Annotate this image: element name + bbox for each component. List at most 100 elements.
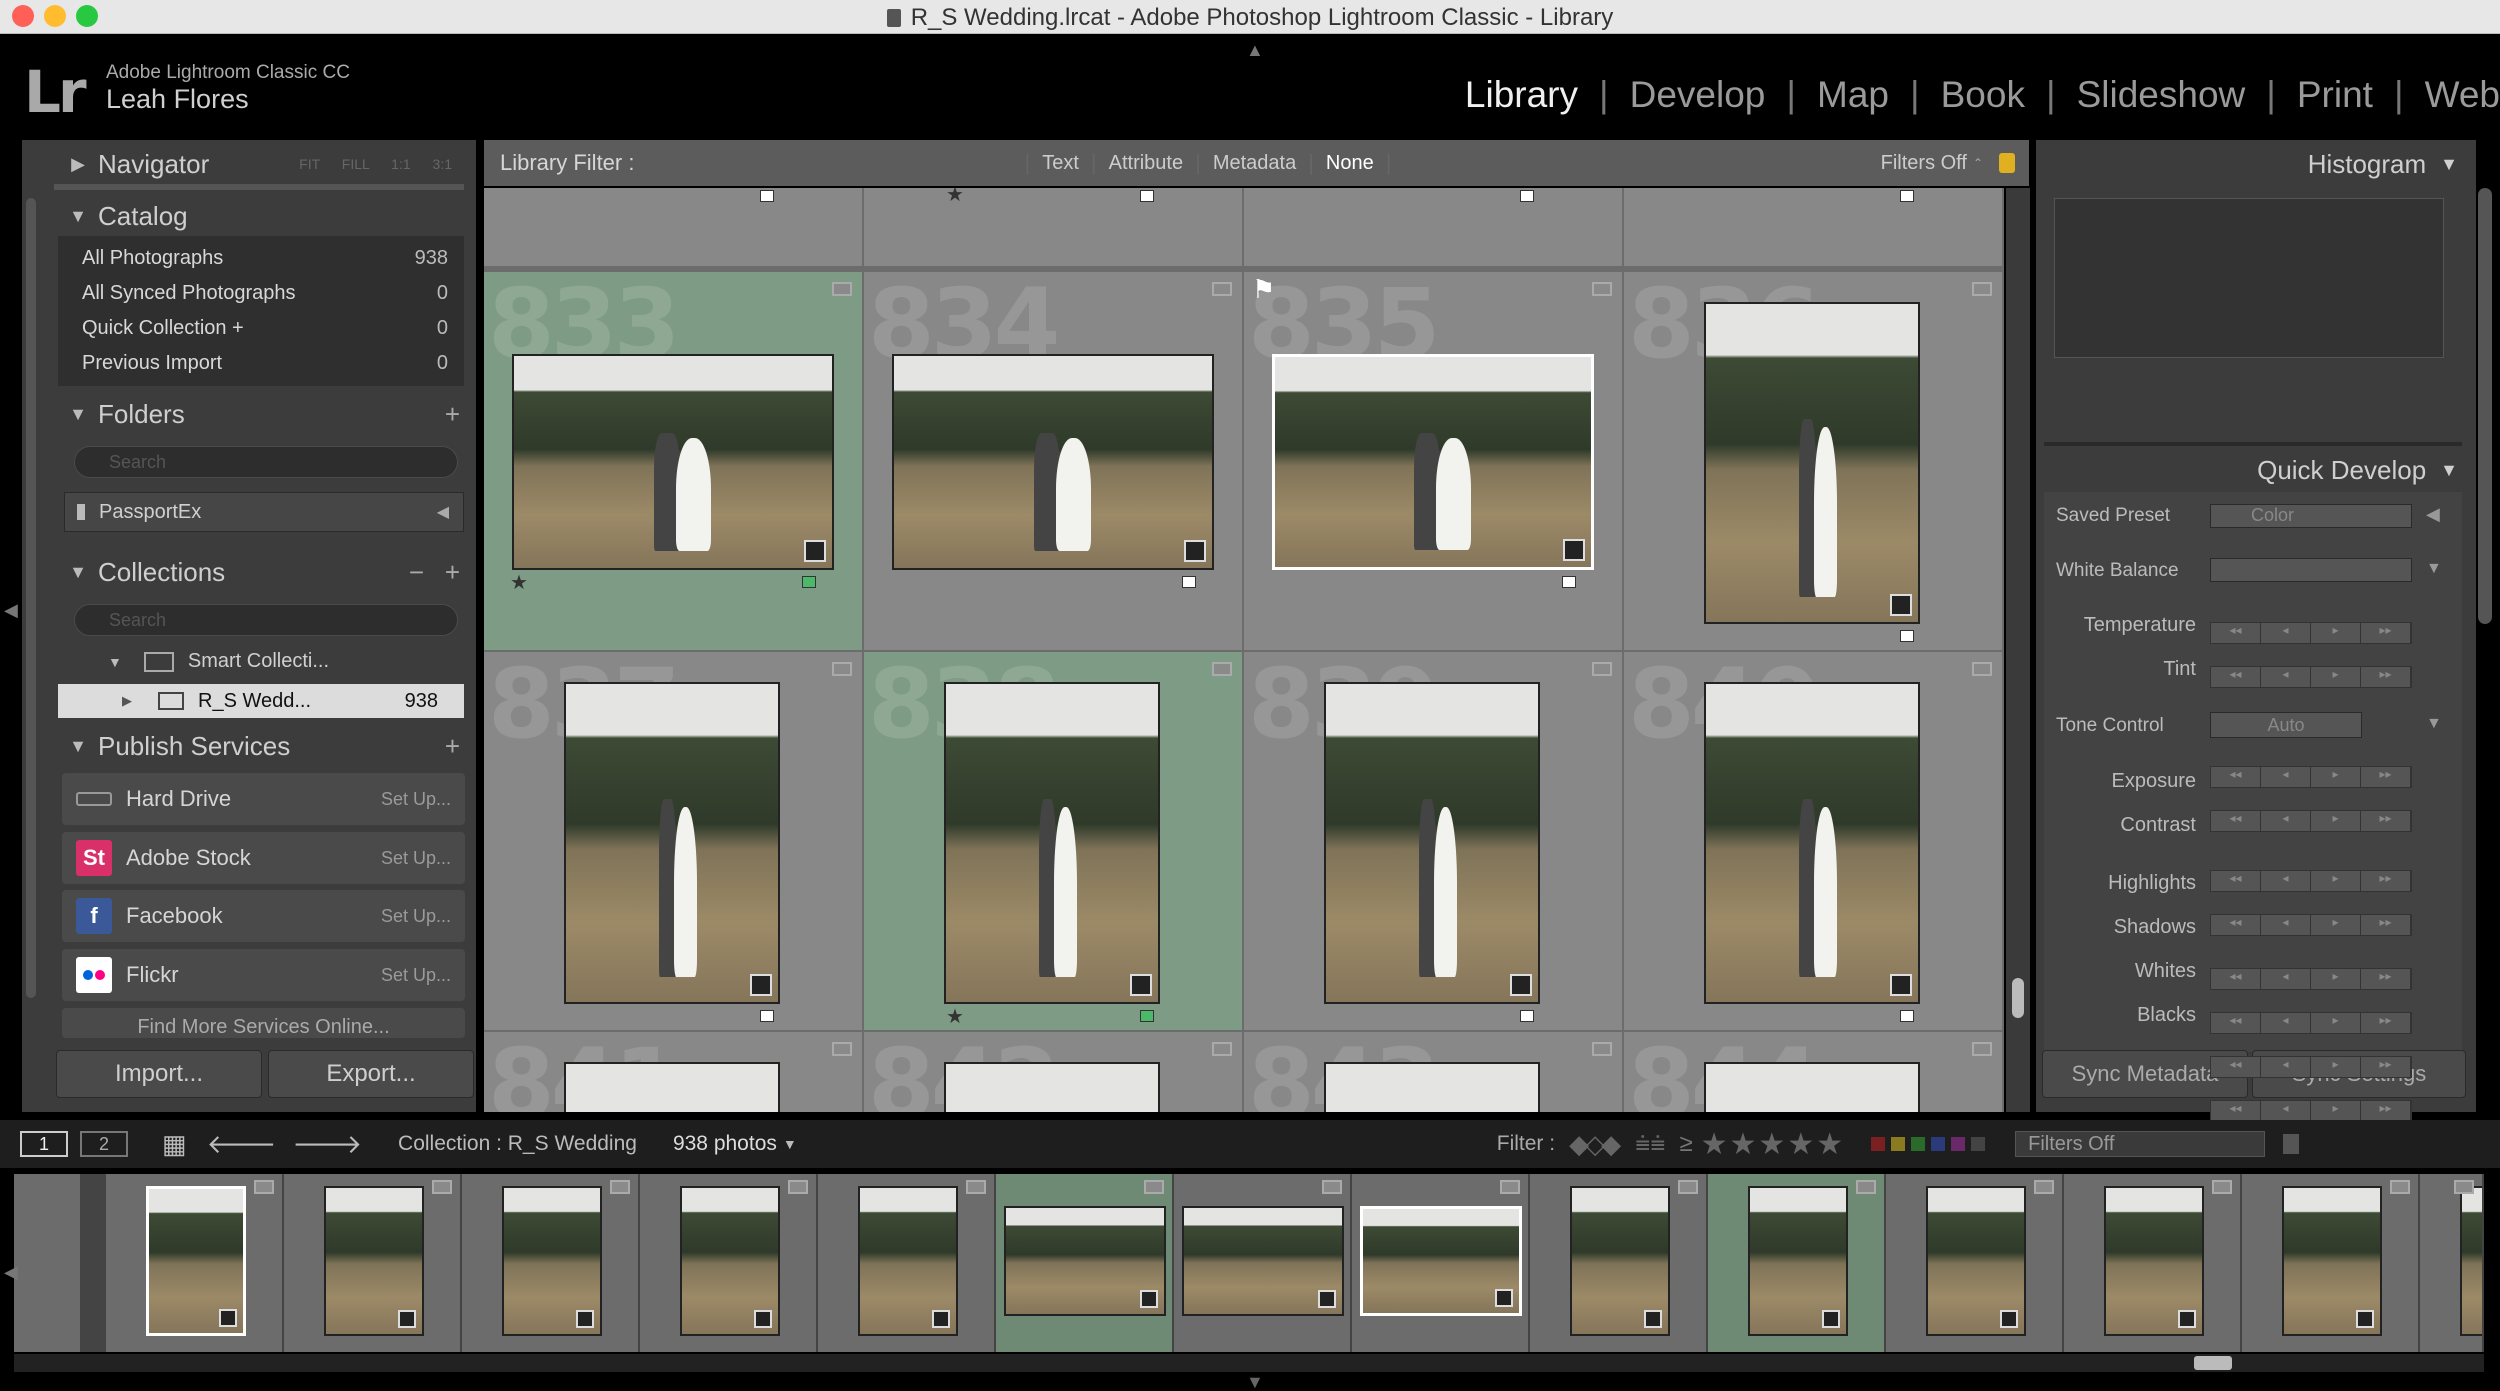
photo-thumbnail[interactable] [564, 1062, 780, 1112]
quick-collection-marker[interactable] [1212, 1042, 1232, 1056]
step-button-icon[interactable]: ◂◂ [2211, 811, 2261, 831]
step-button-icon[interactable]: ▸ [2311, 623, 2361, 643]
quick-collection-marker[interactable] [1592, 282, 1612, 296]
smart-collection-set[interactable]: ▼ Smart Collecti... [108, 650, 329, 673]
quick-collection-marker[interactable] [1322, 1180, 1342, 1194]
module-slideshow[interactable]: Slideshow [2056, 74, 2267, 116]
quick-collection-marker[interactable] [1678, 1180, 1698, 1194]
volume-triangle-icon[interactable]: ◀ [437, 502, 449, 522]
filmstrip-thumbnail[interactable] [858, 1186, 958, 1336]
module-web[interactable]: Web [2404, 74, 2500, 116]
grid-cell[interactable]: 836 [1624, 272, 2004, 652]
grid-cell[interactable]: 833 ★ [484, 272, 864, 652]
step-button-icon[interactable]: ▸▸ [2361, 811, 2411, 831]
filmstrip-thumbnail[interactable] [1926, 1186, 2026, 1336]
step-button-icon[interactable]: ◂ [2261, 871, 2311, 891]
photo-thumbnail[interactable] [512, 354, 834, 570]
quick-collection-marker[interactable] [1212, 282, 1232, 296]
collections-header[interactable]: ▼ Collections − + [58, 550, 476, 594]
module-map[interactable]: Map [1796, 74, 1910, 116]
quick-collection-marker[interactable] [1592, 662, 1612, 676]
step-button-icon[interactable]: ▸ [2311, 667, 2361, 687]
quick-collection-marker[interactable] [832, 662, 852, 676]
collapse-top-icon[interactable]: ▲ [1246, 40, 1264, 61]
filmstrip-filter-select[interactable]: Filters Off [2015, 1131, 2266, 1157]
step-button-icon[interactable]: ▸ [2311, 969, 2361, 989]
edit-filter-icons[interactable]: ⩧⩧ [1635, 1128, 1665, 1160]
setup-link[interactable]: Set Up... [381, 906, 451, 927]
quick-collection-marker[interactable] [2212, 1180, 2232, 1194]
filmstrip-thumb-cell[interactable] [14, 1174, 82, 1352]
quick-collection-marker[interactable] [788, 1180, 808, 1194]
step-button-icon[interactable]: ▸▸ [2361, 1057, 2411, 1077]
rating-star[interactable]: ★ [510, 570, 528, 595]
module-book[interactable]: Book [1920, 74, 2046, 116]
import-button[interactable]: Import... [56, 1050, 262, 1098]
step-button-icon[interactable]: ◂◂ [2211, 623, 2261, 643]
grid-cell[interactable]: 842 [864, 1032, 1244, 1112]
step-button-icon[interactable]: ◂ [2261, 767, 2311, 787]
photo-thumbnail[interactable] [1324, 682, 1540, 1004]
quick-collection-marker[interactable] [832, 1042, 852, 1056]
quick-develop-stepper[interactable]: ◂◂ ◂ ▸ ▸▸ [2210, 968, 2412, 990]
filmstrip-thumbnail[interactable] [502, 1186, 602, 1336]
filmstrip-thumb-cell[interactable] [640, 1174, 818, 1352]
pick-flag-box[interactable] [1900, 1010, 1914, 1022]
filmstrip-thumbnail[interactable] [1570, 1186, 1670, 1336]
quick-develop-stepper[interactable]: ◂◂ ◂ ▸ ▸▸ [2210, 810, 2412, 832]
step-button-icon[interactable]: ◂ [2261, 969, 2311, 989]
folders-header[interactable]: ▼ Folders + [58, 392, 476, 436]
quick-develop-stepper[interactable]: ◂◂ ◂ ▸ ▸▸ [2210, 870, 2412, 892]
quick-develop-stepper[interactable]: ◂◂ ◂ ▸ ▸▸ [2210, 666, 2412, 688]
step-button-icon[interactable]: ◂◂ [2211, 667, 2261, 687]
step-button-icon[interactable]: ▸▸ [2361, 667, 2411, 687]
filmstrip-thumb-cell[interactable] [106, 1174, 284, 1352]
filmstrip-left-icon[interactable]: ◀ [4, 1262, 18, 1283]
quick-collection-marker[interactable] [1592, 1042, 1612, 1056]
step-button-icon[interactable]: ▸ [2311, 1057, 2361, 1077]
setup-link[interactable]: Set Up... [381, 848, 451, 869]
pick-flag-box[interactable] [760, 190, 774, 202]
grid-view-icon[interactable]: ▦ [162, 1129, 187, 1160]
publish-facebook[interactable]: f Facebook Set Up... [62, 890, 465, 942]
publish-adobe-stock[interactable]: St Adobe Stock Set Up... [62, 832, 465, 884]
setup-link[interactable]: Set Up... [381, 965, 451, 986]
module-library[interactable]: Library [1444, 74, 1599, 116]
step-button-icon[interactable]: ◂◂ [2211, 915, 2261, 935]
step-button-icon[interactable]: ▸▸ [2361, 767, 2411, 787]
add-collection-icon[interactable]: + [445, 557, 460, 588]
step-button-icon[interactable]: ◂ [2261, 667, 2311, 687]
pick-flag-box[interactable] [1140, 190, 1154, 202]
saved-preset-select[interactable]: Color [2210, 504, 2412, 528]
photo-thumbnail[interactable] [944, 682, 1160, 1004]
add-publish-service-icon[interactable]: + [445, 731, 460, 762]
step-button-icon[interactable]: ▸ [2311, 1101, 2361, 1121]
filmstrip-thumbnail[interactable] [1182, 1206, 1344, 1316]
filmstrip-scrollbar[interactable] [14, 1354, 2484, 1372]
catalog-header[interactable]: ▼ Catalog [58, 194, 476, 238]
folder-volume-passportex[interactable]: PassportEx ◀ [64, 492, 464, 532]
pick-flag-box[interactable] [1140, 1010, 1154, 1022]
photo-thumbnail[interactable] [892, 354, 1214, 570]
filmstrip-thumbnail[interactable] [1360, 1206, 1522, 1316]
rating-star[interactable]: ★ [946, 1004, 964, 1029]
white-balance-select[interactable] [2210, 558, 2412, 582]
collapse-left-icon[interactable]: ◀ [4, 600, 18, 621]
quick-collection-marker[interactable] [2454, 1180, 2474, 1194]
publish-hard-drive[interactable]: Hard Drive Set Up... [62, 773, 465, 825]
filmstrip-thumbnail[interactable] [680, 1186, 780, 1336]
quick-develop-header[interactable]: Quick Develop ▼ [2036, 448, 2476, 492]
grid-cell[interactable]: 843 [1244, 1032, 1624, 1112]
step-button-icon[interactable]: ◂◂ [2211, 1101, 2261, 1121]
filmstrip-thumbnail[interactable] [324, 1186, 424, 1336]
quick-collection-marker[interactable] [2034, 1180, 2054, 1194]
left-scrollbar[interactable] [26, 198, 36, 998]
filmstrip-thumb-cell[interactable] [1352, 1174, 1530, 1352]
filmstrip-thumbnail[interactable] [2282, 1186, 2382, 1336]
grid-cell[interactable]: 837 [484, 652, 864, 1032]
photo-count[interactable]: 938 photos [673, 1132, 777, 1156]
photo-thumbnail[interactable] [1272, 354, 1594, 570]
publish-flickr[interactable]: Flickr Set Up... [62, 949, 465, 1001]
photo-thumbnail[interactable] [1704, 302, 1920, 624]
filter-lock-icon[interactable] [1999, 153, 2015, 173]
